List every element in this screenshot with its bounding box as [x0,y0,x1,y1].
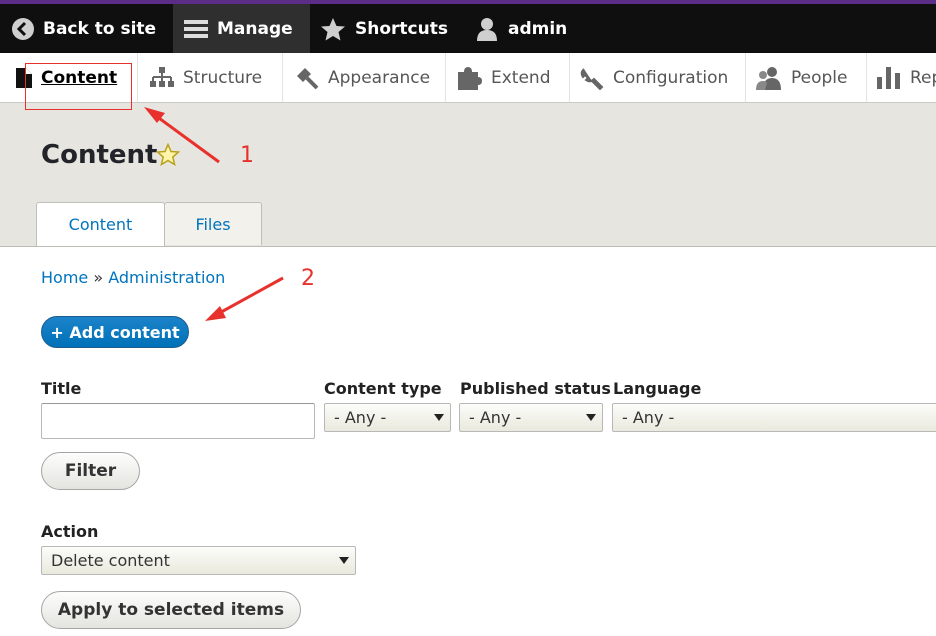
action-select[interactable]: Delete content [41,546,356,575]
back-to-site-label: Back to site [43,18,157,39]
published-status-label: Published status [460,379,611,398]
filter-button[interactable]: Filter [41,452,140,490]
chevron-down-icon [586,414,596,421]
tab-content[interactable]: Content [36,202,165,246]
page-title: Content [41,140,158,170]
annotation-number-1: 1 [240,143,254,168]
shortcut-star-icon[interactable] [156,143,180,167]
manage-label: Manage [217,18,293,39]
apply-to-selected-button[interactable]: Apply to selected items [41,591,301,629]
user-label: admin [508,18,568,39]
back-arrow-icon [12,17,34,40]
puzzle-icon [458,66,482,90]
tray-item-configuration[interactable]: Configuration [570,53,746,102]
tab-label: Files [195,214,231,234]
wrench-icon [580,67,604,90]
content-type-label: Content type [324,379,442,398]
language-select[interactable]: - Any - [612,403,936,432]
breadcrumb-separator: » [93,268,104,287]
tray-item-appearance[interactable]: Appearance [283,53,446,102]
user-tab[interactable]: admin [475,4,567,53]
breadcrumb-administration-link[interactable]: Administration [108,268,225,287]
tray-item-label: People [791,67,848,88]
sitemap-icon [150,66,174,87]
tray-item-extend[interactable]: Extend [446,53,570,102]
breadcrumb-home-link[interactable]: Home [41,268,88,287]
title-filter-input[interactable] [41,403,315,439]
chevron-down-icon [434,414,444,421]
manage-tab[interactable]: Manage [173,4,310,53]
title-filter-label: Title [41,379,82,398]
hamburger-icon [184,19,208,38]
action-value: Delete content [51,551,170,570]
admin-tray: Content Structure Appearance Extend Conf… [0,53,936,103]
content-type-select[interactable]: - Any - [324,403,451,432]
breadcrumb: Home » Administration [41,268,225,287]
tray-item-label: Structure [183,67,263,88]
language-label: Language [613,379,702,398]
content-type-value: - Any - [334,408,387,427]
shortcuts-tab[interactable]: Shortcuts [320,4,448,53]
paintbrush-icon [297,67,319,89]
apply-button-label: Apply to selected items [57,600,285,620]
annotation-number-2: 2 [301,266,315,291]
annotation-highlight-box [25,63,132,110]
published-status-value: - Any - [469,408,522,427]
tray-item-reports[interactable]: Rep [867,53,936,102]
admin-toolbar: Back to site Manage Shortcuts admin [0,4,936,53]
shortcuts-label: Shortcuts [355,18,448,39]
tab-label: Content [68,215,133,234]
published-status-select[interactable]: - Any - [459,403,603,432]
bar-chart-icon [877,66,900,89]
add-content-button[interactable]: + Add content [41,316,189,348]
user-icon [477,17,497,41]
filter-button-label: Filter [64,461,117,481]
add-content-label: + Add content [50,322,180,342]
tray-item-label: Appearance [328,67,431,88]
tray-item-structure[interactable]: Structure [138,53,283,102]
star-icon [321,17,345,40]
tray-item-label: Configuration [613,67,729,88]
people-icon [756,66,781,90]
action-label: Action [41,522,99,541]
language-value: - Any - [622,408,675,427]
tab-files[interactable]: Files [164,202,262,245]
tray-item-people[interactable]: People [746,53,867,102]
tray-item-label: Rep [910,67,936,88]
tray-item-label: Extend [491,67,551,88]
back-to-site-link[interactable]: Back to site [12,4,156,53]
chevron-down-icon [339,557,349,564]
